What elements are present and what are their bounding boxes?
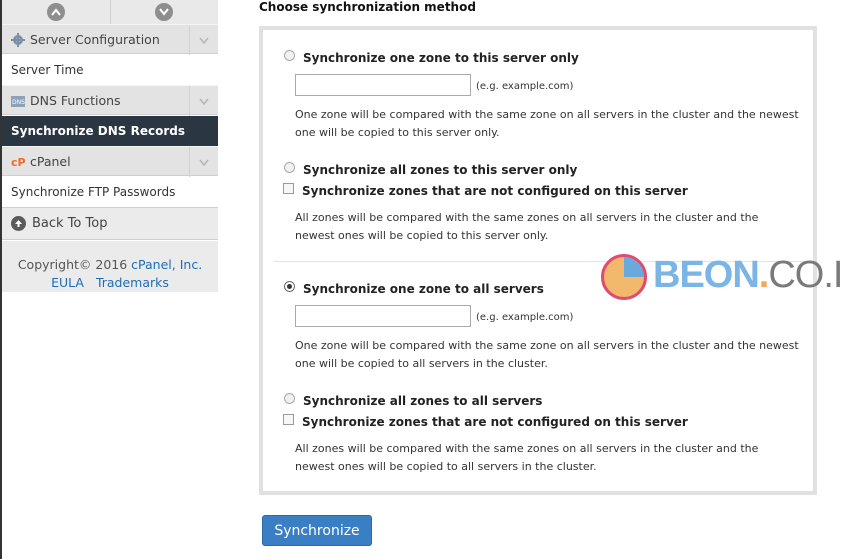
back-to-top-label: Back To Top: [32, 216, 108, 231]
sidebar-item-label: Server Time: [11, 63, 84, 77]
sidebar-group-label: DNS Functions: [30, 93, 121, 108]
copyright-text: Copyright© 2016: [17, 257, 128, 272]
sidebar: Server Configuration Server Time DNS DNS…: [0, 0, 218, 559]
logo-mark: [601, 254, 647, 300]
sidebar-group-label: cPanel: [30, 154, 71, 169]
page-title: Choose synchronization method: [259, 0, 476, 14]
sidebar-item-synchronize-ftp-passwords[interactable]: Synchronize FTP Passwords: [2, 177, 218, 207]
option-description: One zone will be compared with the same …: [295, 108, 799, 139]
option-label: Synchronize one zone to all servers: [303, 282, 544, 296]
sidebar-item-label: Synchronize FTP Passwords: [11, 185, 176, 199]
sidebar-item-synchronize-dns-records[interactable]: Synchronize DNS Records: [2, 116, 218, 146]
checkbox-unconfigured-zones-2[interactable]: [283, 414, 294, 425]
option-description: One zone will be compared with the same …: [295, 339, 799, 370]
watermark-text: BEON.CO.ID: [653, 254, 844, 296]
option-label: Synchronize all zones to this server onl…: [303, 163, 578, 177]
sidebar-group-dns-functions[interactable]: DNS DNS Functions: [2, 85, 218, 116]
zone-hint: (e.g. example.com): [476, 81, 574, 92]
chevron-down-icon: [155, 3, 174, 21]
radio-all-zones-this-server[interactable]: [284, 162, 295, 173]
beon-watermark-logo: BEON.CO.ID: [598, 252, 844, 306]
sidebar-group-server-configuration[interactable]: Server Configuration: [2, 24, 218, 55]
back-to-top-button[interactable]: Back To Top: [2, 207, 218, 240]
radio-one-zone-all-servers[interactable]: [284, 281, 295, 292]
checkbox-label: Synchronize zones that are not configure…: [302, 415, 688, 429]
sidebar-group-cpanel[interactable]: cP cPanel: [2, 146, 218, 177]
scroll-up-button[interactable]: [2, 0, 111, 24]
option-description: All zones will be compared with the same…: [295, 442, 759, 473]
arrow-up-icon: [11, 216, 26, 231]
checkbox-label: Synchronize zones that are not configure…: [302, 184, 688, 198]
cpanel-icon: cP: [10, 154, 26, 170]
gear-icon: [10, 32, 26, 48]
dns-icon: DNS: [10, 93, 26, 109]
sidebar-item-server-time[interactable]: Server Time: [2, 55, 218, 85]
svg-text:cP: cP: [11, 156, 26, 169]
sidebar-item-label: Synchronize DNS Records: [11, 124, 185, 138]
option-label: Synchronize all zones to all servers: [303, 394, 543, 408]
chevron-up-icon: [46, 3, 65, 21]
sidebar-group-label: Server Configuration: [30, 32, 160, 47]
zone-name-input-1[interactable]: [295, 74, 471, 96]
chevron-down-icon[interactable]: [189, 147, 218, 177]
scroll-down-button[interactable]: [111, 0, 219, 24]
checkbox-unconfigured-zones-1[interactable]: [283, 183, 294, 194]
option-label: Synchronize one zone to this server only: [303, 51, 579, 65]
radio-one-zone-this-server[interactable]: [284, 50, 295, 61]
synchronize-button[interactable]: Synchronize: [262, 515, 372, 546]
zone-hint: (e.g. example.com): [476, 312, 574, 323]
zone-name-input-3[interactable]: [295, 305, 471, 327]
eula-link[interactable]: EULA: [51, 275, 84, 290]
copyright-block: Copyright© 2016 cPanel, Inc. EULA Tradem…: [2, 241, 218, 292]
chevron-down-icon[interactable]: [189, 25, 218, 55]
option-description: All zones will be compared with the same…: [295, 211, 759, 242]
sidebar-scroll-controls: [2, 0, 218, 25]
trademarks-link[interactable]: Trademarks: [96, 275, 169, 290]
chevron-down-icon[interactable]: [189, 86, 218, 116]
radio-all-zones-all-servers[interactable]: [284, 393, 295, 404]
cpanel-link[interactable]: cPanel, Inc.: [131, 257, 202, 272]
svg-text:DNS: DNS: [12, 99, 25, 106]
